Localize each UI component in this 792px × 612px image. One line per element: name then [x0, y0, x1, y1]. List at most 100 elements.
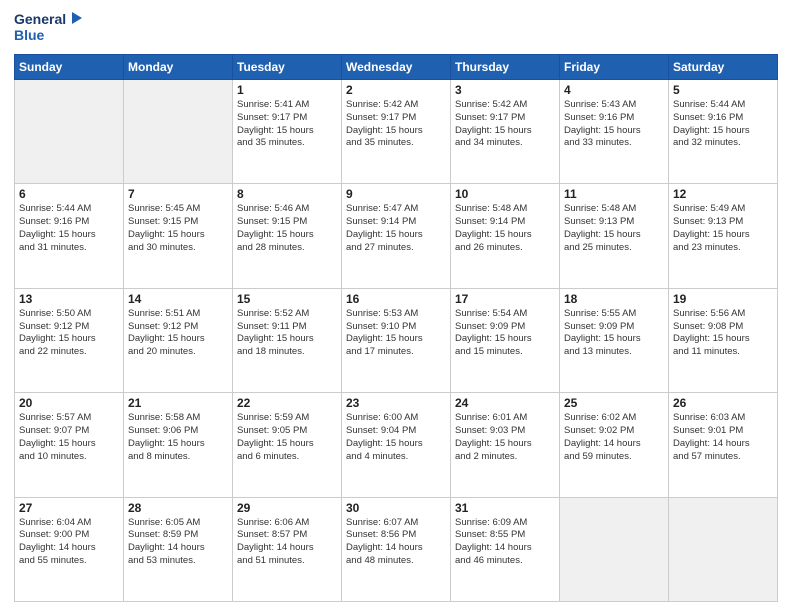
calendar-cell: 2 Sunrise: 5:42 AMSunset: 9:17 PMDaylight… [342, 80, 451, 184]
calendar-header-row: SundayMondayTuesdayWednesdayThursdayFrid… [15, 55, 778, 80]
day-number: 16 [346, 292, 446, 306]
page-header: GeneralBlue [14, 10, 778, 46]
day-detail: Sunrise: 5:54 AMSunset: 9:09 PMDaylight:… [455, 308, 555, 359]
weekday-header-thursday: Thursday [451, 55, 560, 80]
day-number: 5 [673, 83, 773, 97]
day-detail: Sunrise: 5:59 AMSunset: 9:05 PMDaylight:… [237, 412, 337, 463]
day-number: 17 [455, 292, 555, 306]
day-number: 14 [128, 292, 228, 306]
day-number: 10 [455, 187, 555, 201]
week-row-1: 1Sunrise: 5:41 AMSunset: 9:17 PMDaylight… [15, 80, 778, 184]
day-detail: Sunrise: 6:02 AMSunset: 9:02 PMDaylight:… [564, 412, 664, 463]
calendar-cell: 7Sunrise: 5:45 AMSunset: 9:15 PMDaylight… [124, 184, 233, 288]
calendar-cell: 23 Sunrise: 6:00 AMSunset: 9:04 PMDayligh… [342, 393, 451, 497]
calendar-table: SundayMondayTuesdayWednesdayThursdayFrid… [14, 54, 778, 602]
week-row-5: 27 Sunrise: 6:04 AMSunset: 9:00 PMDayligh… [15, 497, 778, 601]
day-detail: Sunrise: 6:04 AMSunset: 9:00 PMDaylight:… [19, 517, 119, 568]
weekday-header-monday: Monday [124, 55, 233, 80]
calendar-cell: 29 Sunrise: 6:06 AMSunset: 8:57 PMDayligh… [233, 497, 342, 601]
day-number: 3 [455, 83, 555, 97]
day-detail: Sunrise: 5:57 AMSunset: 9:07 PMDaylight:… [19, 412, 119, 463]
day-detail: Sunrise: 5:50 AMSunset: 9:12 PMDaylight:… [19, 308, 119, 359]
day-detail: Sunrise: 5:58 AMSunset: 9:06 PMDaylight:… [128, 412, 228, 463]
day-detail: Sunrise: 5:51 AMSunset: 9:12 PMDaylight:… [128, 308, 228, 359]
day-number: 25 [564, 396, 664, 410]
weekday-header-sunday: Sunday [15, 55, 124, 80]
day-number: 20 [19, 396, 119, 410]
calendar-cell: 18 Sunrise: 5:55 AMSunset: 9:09 PMDayligh… [560, 288, 669, 392]
calendar-cell: 13 Sunrise: 5:50 AMSunset: 9:12 PMDayligh… [15, 288, 124, 392]
calendar-cell: 22 Sunrise: 5:59 AMSunset: 9:05 PMDayligh… [233, 393, 342, 497]
day-number: 9 [346, 187, 446, 201]
calendar-cell: 5 Sunrise: 5:44 AMSunset: 9:16 PMDaylight… [669, 80, 778, 184]
calendar-cell: 19 Sunrise: 5:56 AMSunset: 9:08 PMDayligh… [669, 288, 778, 392]
calendar-cell: 14 Sunrise: 5:51 AMSunset: 9:12 PMDayligh… [124, 288, 233, 392]
day-number: 1 [237, 83, 337, 97]
day-number: 4 [564, 83, 664, 97]
day-number: 27 [19, 501, 119, 515]
day-detail: Sunrise: 5:43 AMSunset: 9:16 PMDaylight:… [564, 99, 664, 150]
day-detail: Sunrise: 6:05 AMSunset: 8:59 PMDaylight:… [128, 517, 228, 568]
calendar-cell: 1Sunrise: 5:41 AMSunset: 9:17 PMDaylight… [233, 80, 342, 184]
logo: GeneralBlue [14, 10, 84, 46]
calendar-cell: 6 Sunrise: 5:44 AMSunset: 9:16 PMDaylight… [15, 184, 124, 288]
day-number: 8 [237, 187, 337, 201]
day-detail: Sunrise: 6:07 AMSunset: 8:56 PMDaylight:… [346, 517, 446, 568]
day-detail: Sunrise: 5:49 AMSunset: 9:13 PMDaylight:… [673, 203, 773, 254]
weekday-header-friday: Friday [560, 55, 669, 80]
day-detail: Sunrise: 5:42 AMSunset: 9:17 PMDaylight:… [346, 99, 446, 150]
day-number: 22 [237, 396, 337, 410]
calendar-cell: 4 Sunrise: 5:43 AMSunset: 9:16 PMDaylight… [560, 80, 669, 184]
logo-svg: GeneralBlue [14, 10, 84, 46]
day-detail: Sunrise: 6:00 AMSunset: 9:04 PMDaylight:… [346, 412, 446, 463]
calendar-cell: 15 Sunrise: 5:52 AMSunset: 9:11 PMDayligh… [233, 288, 342, 392]
calendar-cell: 12 Sunrise: 5:49 AMSunset: 9:13 PMDayligh… [669, 184, 778, 288]
day-number: 31 [455, 501, 555, 515]
day-number: 24 [455, 396, 555, 410]
calendar-cell: 31Sunrise: 6:09 AMSunset: 8:55 PMDayligh… [451, 497, 560, 601]
calendar-cell: 20 Sunrise: 5:57 AMSunset: 9:07 PMDayligh… [15, 393, 124, 497]
day-number: 28 [128, 501, 228, 515]
weekday-header-tuesday: Tuesday [233, 55, 342, 80]
day-number: 26 [673, 396, 773, 410]
day-number: 18 [564, 292, 664, 306]
day-number: 19 [673, 292, 773, 306]
day-number: 13 [19, 292, 119, 306]
day-detail: Sunrise: 5:44 AMSunset: 9:16 PMDaylight:… [19, 203, 119, 254]
day-detail: Sunrise: 6:03 AMSunset: 9:01 PMDaylight:… [673, 412, 773, 463]
svg-text:General: General [14, 11, 66, 27]
calendar-cell: 24Sunrise: 6:01 AMSunset: 9:03 PMDayligh… [451, 393, 560, 497]
calendar-cell: 16Sunrise: 5:53 AMSunset: 9:10 PMDayligh… [342, 288, 451, 392]
calendar-cell [669, 497, 778, 601]
day-number: 21 [128, 396, 228, 410]
day-number: 12 [673, 187, 773, 201]
calendar-cell: 3Sunrise: 5:42 AMSunset: 9:17 PMDaylight… [451, 80, 560, 184]
day-number: 29 [237, 501, 337, 515]
day-number: 6 [19, 187, 119, 201]
day-detail: Sunrise: 5:46 AMSunset: 9:15 PMDaylight:… [237, 203, 337, 254]
day-number: 30 [346, 501, 446, 515]
calendar-cell: 17 Sunrise: 5:54 AMSunset: 9:09 PMDayligh… [451, 288, 560, 392]
day-detail: Sunrise: 5:44 AMSunset: 9:16 PMDaylight:… [673, 99, 773, 150]
day-number: 11 [564, 187, 664, 201]
calendar-cell [15, 80, 124, 184]
calendar-cell: 30 Sunrise: 6:07 AMSunset: 8:56 PMDayligh… [342, 497, 451, 601]
day-detail: Sunrise: 6:06 AMSunset: 8:57 PMDaylight:… [237, 517, 337, 568]
calendar-cell [124, 80, 233, 184]
calendar-cell: 11Sunrise: 5:48 AMSunset: 9:13 PMDayligh… [560, 184, 669, 288]
day-detail: Sunrise: 5:56 AMSunset: 9:08 PMDaylight:… [673, 308, 773, 359]
day-detail: Sunrise: 5:55 AMSunset: 9:09 PMDaylight:… [564, 308, 664, 359]
day-number: 23 [346, 396, 446, 410]
calendar-cell [560, 497, 669, 601]
day-number: 2 [346, 83, 446, 97]
day-detail: Sunrise: 5:47 AMSunset: 9:14 PMDaylight:… [346, 203, 446, 254]
week-row-4: 20 Sunrise: 5:57 AMSunset: 9:07 PMDayligh… [15, 393, 778, 497]
calendar-cell: 27 Sunrise: 6:04 AMSunset: 9:00 PMDayligh… [15, 497, 124, 601]
calendar-cell: 8 Sunrise: 5:46 AMSunset: 9:15 PMDaylight… [233, 184, 342, 288]
weekday-header-saturday: Saturday [669, 55, 778, 80]
weekday-header-wednesday: Wednesday [342, 55, 451, 80]
day-detail: Sunrise: 5:52 AMSunset: 9:11 PMDaylight:… [237, 308, 337, 359]
calendar-cell: 9 Sunrise: 5:47 AMSunset: 9:14 PMDaylight… [342, 184, 451, 288]
day-number: 15 [237, 292, 337, 306]
calendar-cell: 25 Sunrise: 6:02 AMSunset: 9:02 PMDayligh… [560, 393, 669, 497]
